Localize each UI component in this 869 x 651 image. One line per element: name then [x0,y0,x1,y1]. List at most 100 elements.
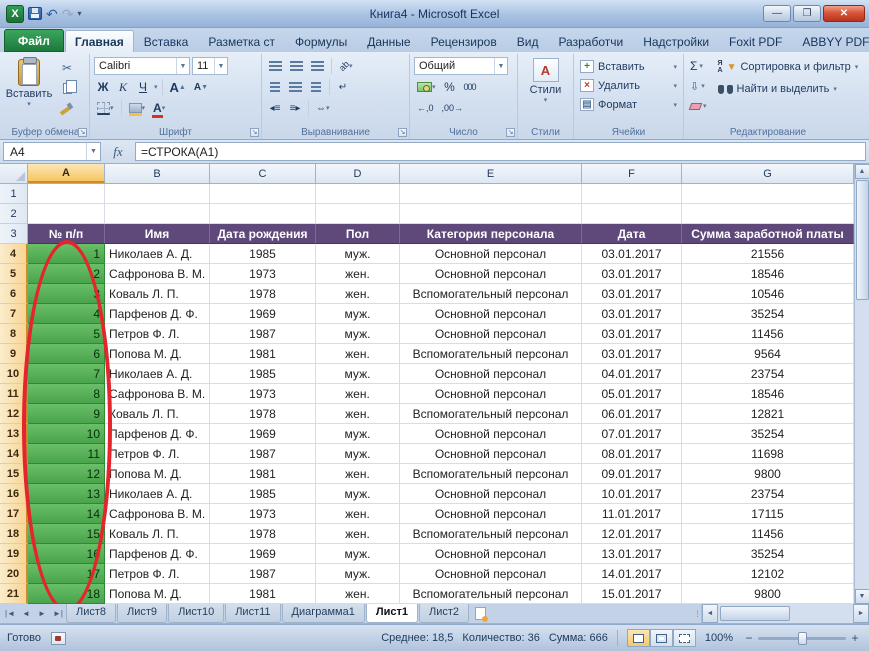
excel-app-icon[interactable]: X [6,4,24,23]
find-select-button[interactable]: Найти и выделить ▾ [715,79,862,99]
prev-sheet-icon[interactable]: ◄ [18,604,34,623]
cell-F16[interactable]: 10.01.2017 [582,484,682,504]
cell-C2[interactable] [210,204,316,224]
cell-B16[interactable]: Николаев А. Д. [105,484,210,504]
dialog-launcher-icon[interactable]: ↘ [398,128,407,137]
cell-E5[interactable]: Основной персонал [400,264,582,284]
row-header-11[interactable]: 11 [0,384,28,404]
tab-Надстройки[interactable]: Надстройки [633,30,719,52]
cell-G16[interactable]: 23754 [682,484,854,504]
clear-button[interactable]: ▾ [688,97,709,115]
chevron-down-icon[interactable]: ▼ [86,143,100,160]
cell-F21[interactable]: 15.01.2017 [582,584,682,604]
scroll-down-icon[interactable]: ▼ [854,589,869,604]
page-break-view-button[interactable] [672,629,696,647]
cell-E18[interactable]: Вспомогательный персонал [400,524,582,544]
scroll-up-icon[interactable]: ▲ [854,164,869,179]
tab-Данные[interactable]: Данные [357,30,420,52]
cell-D1[interactable] [316,184,400,204]
row-header-1[interactable]: 1 [0,184,28,204]
styles-button[interactable]: А Стили ▾ [522,57,569,105]
cell-E11[interactable]: Основной персонал [400,384,582,404]
cell-G5[interactable]: 18546 [682,264,854,284]
column-header-C[interactable]: C [210,164,316,183]
decrease-font-button[interactable]: А ▼ [191,78,211,96]
cell-C1[interactable] [210,184,316,204]
cell-D17[interactable]: жен. [316,504,400,524]
orientation-button[interactable]: ab ▾ [336,57,356,75]
cell-G8[interactable]: 11456 [682,324,854,344]
copy-button[interactable] [56,79,78,97]
cut-button[interactable]: ✂ [56,59,78,77]
last-sheet-icon[interactable]: ►| [50,604,66,623]
row-header-20[interactable]: 20 [0,564,28,584]
decrease-decimal-button[interactable]: ,00→ [439,99,467,117]
cell-D14[interactable]: муж. [316,444,400,464]
column-header-B[interactable]: B [105,164,210,183]
cell-E4[interactable]: Основной персонал [400,244,582,264]
formula-input[interactable]: =СТРОКА(A1) [135,142,866,161]
cell-D19[interactable]: муж. [316,544,400,564]
cell-D16[interactable]: муж. [316,484,400,504]
cell-D3[interactable]: Пол [316,224,400,244]
row-header-12[interactable]: 12 [0,404,28,424]
normal-view-button[interactable] [626,629,650,647]
cell-B6[interactable]: Коваль Л. П. [105,284,210,304]
row-header-19[interactable]: 19 [0,544,28,564]
row-header-21[interactable]: 21 [0,584,28,604]
cell-D13[interactable]: муж. [316,424,400,444]
cell-C9[interactable]: 1981 [210,344,316,364]
cell-D11[interactable]: жен. [316,384,400,404]
cell-D12[interactable]: жен. [316,404,400,424]
accounting-format-button[interactable]: ▾ [414,78,439,96]
sheet-tab-Лист1[interactable]: Лист1 [365,604,418,623]
name-box[interactable]: A4 ▼ [3,142,101,161]
thousands-separator-button[interactable]: 000 [461,78,479,96]
cell-E7[interactable]: Основной персонал [400,304,582,324]
cell-E9[interactable]: Вспомогательный персонал [400,344,582,364]
cell-A15[interactable]: 12 [28,464,105,484]
cell-A17[interactable]: 14 [28,504,105,524]
cell-G12[interactable]: 12821 [682,404,854,424]
zoom-in-icon[interactable]: + [848,631,862,645]
cell-B5[interactable]: Сафронова В. М. [105,264,210,284]
cell-C8[interactable]: 1987 [210,324,316,344]
cell-G2[interactable] [682,204,854,224]
cell-C16[interactable]: 1985 [210,484,316,504]
align-middle-button[interactable] [287,57,306,75]
bold-button[interactable]: Ж [94,78,112,96]
cell-F12[interactable]: 06.01.2017 [582,404,682,424]
sheet-tab-Лист8[interactable]: Лист8 [66,604,117,623]
underline-button[interactable]: Ч [134,78,152,96]
row-header-7[interactable]: 7 [0,304,28,324]
sort-filter-button[interactable]: ЯА ▼ Сортировка и фильтр ▾ [715,57,862,77]
save-icon[interactable] [28,7,42,20]
sheet-tab-Диаграмма1[interactable]: Диаграмма1 [281,604,365,623]
increase-decimal-button[interactable]: ←,0 [414,99,437,117]
cell-E8[interactable]: Основной персонал [400,324,582,344]
cell-C17[interactable]: 1973 [210,504,316,524]
cell-A6[interactable]: 3 [28,284,105,304]
next-sheet-icon[interactable]: ► [34,604,50,623]
cell-G3[interactable]: Сумма заработной платы [682,224,854,244]
dialog-launcher-icon[interactable]: ↘ [78,128,87,137]
cell-B9[interactable]: Попова М. Д. [105,344,210,364]
merge-center-button[interactable]: ⇔ ▾ [313,99,333,117]
cell-B17[interactable]: Сафронова В. М. [105,504,210,524]
cell-B19[interactable]: Парфенов Д. Ф. [105,544,210,564]
cell-F3[interactable]: Дата [582,224,682,244]
row-header-16[interactable]: 16 [0,484,28,504]
horizontal-scrollbar[interactable]: ◄ ► [701,604,869,623]
cell-F18[interactable]: 12.01.2017 [582,524,682,544]
cell-E13[interactable]: Основной персонал [400,424,582,444]
column-header-E[interactable]: E [400,164,582,183]
cell-A3[interactable]: № п/п [28,224,105,244]
vertical-scrollbar[interactable]: ▲ ▼ [854,164,869,604]
zoom-thumb[interactable] [798,631,807,645]
cell-B8[interactable]: Петров Ф. Л. [105,324,210,344]
cell-F5[interactable]: 03.01.2017 [582,264,682,284]
cell-A16[interactable]: 13 [28,484,105,504]
cell-F17[interactable]: 11.01.2017 [582,504,682,524]
row-header-17[interactable]: 17 [0,504,28,524]
cell-D21[interactable]: жен. [316,584,400,604]
